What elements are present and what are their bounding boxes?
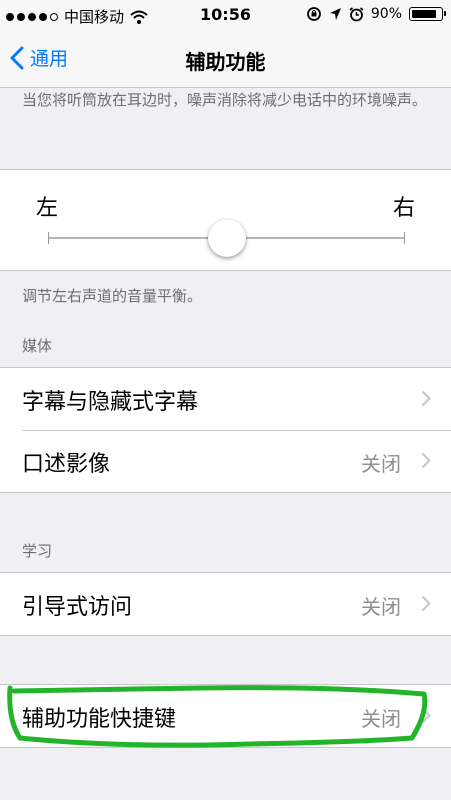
- learning-group: 引导式访问 关闭: [0, 572, 451, 636]
- balance-slider-thumb[interactable]: [208, 219, 246, 257]
- subtitles-captions-row[interactable]: 字幕与隐藏式字幕: [0, 368, 451, 430]
- balance-right-label: 右: [392, 196, 415, 221]
- slider-tick-right: [404, 232, 405, 244]
- page-title: 辅助功能: [185, 50, 266, 74]
- guided-access-row[interactable]: 引导式访问 关闭: [0, 573, 451, 635]
- balance-footer: 调节左右声道的音量平衡。: [22, 287, 203, 305]
- audio-descriptions-row[interactable]: 口述影像 关闭: [0, 430, 451, 492]
- media-group: 字幕与隐藏式字幕 口述影像 关闭: [0, 367, 451, 493]
- battery-percent: 90%: [370, 6, 402, 22]
- noise-cancellation-footer: 当您将听筒放在耳边时，噪声消除将减少电话中的环境噪声。: [22, 91, 428, 109]
- status-bar: 中国移动 10:56 90%: [0, 0, 451, 30]
- slider-tick-left: [48, 232, 49, 244]
- status-right: 90%: [306, 6, 446, 22]
- navigation-bar: 通用 辅助功能: [0, 30, 451, 88]
- battery-fill: [412, 10, 436, 18]
- rotation-lock-icon: [306, 7, 321, 21]
- alarm-icon: [349, 6, 364, 21]
- balance-group: 左 右: [0, 169, 451, 271]
- learning-section-header: 学习: [22, 542, 53, 560]
- battery-icon: [409, 7, 446, 21]
- row-value: 关闭: [361, 707, 401, 731]
- location-arrow-icon: [329, 8, 341, 20]
- row-label: 字幕与隐藏式字幕: [22, 390, 199, 415]
- row-value: 关闭: [361, 595, 401, 619]
- accessibility-shortcut-row[interactable]: 辅助功能快捷键 关闭: [0, 685, 451, 747]
- balance-left-label: 左: [36, 196, 59, 221]
- chevron-right-icon: [421, 595, 431, 612]
- row-label: 口述影像: [22, 452, 111, 477]
- shortcut-group: 辅助功能快捷键 关闭: [0, 684, 451, 748]
- row-label: 辅助功能快捷键: [22, 707, 177, 732]
- row-value: 关闭: [361, 452, 401, 476]
- row-label: 引导式访问: [22, 595, 133, 620]
- media-section-header: 媒体: [22, 337, 53, 355]
- chevron-right-icon: [421, 452, 431, 469]
- chevron-right-icon: [421, 390, 431, 407]
- chevron-right-icon: [421, 707, 431, 724]
